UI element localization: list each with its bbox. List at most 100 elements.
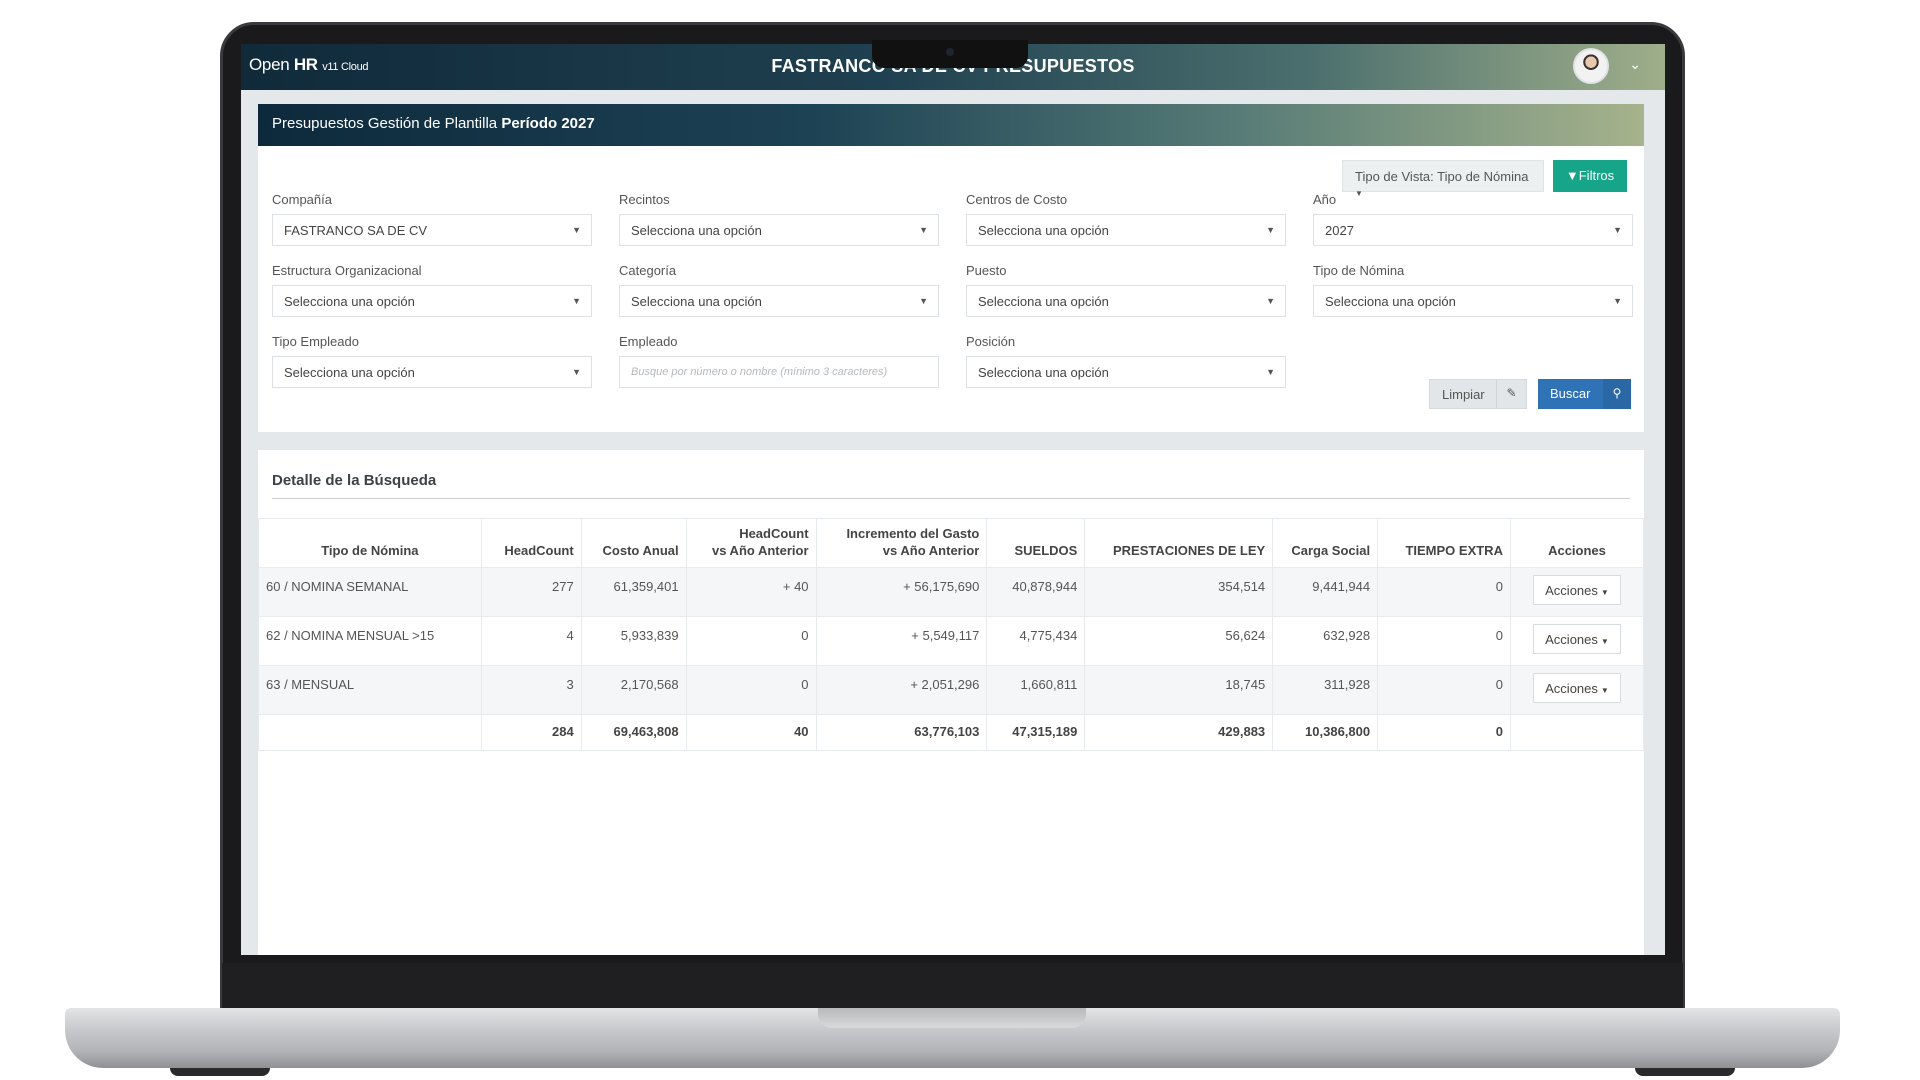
- col-expense-inc-line2: vs Año Anterior: [882, 543, 980, 558]
- total-headcount-vs: 40: [685, 714, 817, 751]
- totals-row: 284 69,463,808 40 63,776,103 47,315,189 …: [258, 714, 1645, 751]
- col-expense-increase[interactable]: Incremento del Gasto vs Año Anterior: [815, 518, 988, 568]
- user-avatar[interactable]: [1573, 48, 1609, 84]
- caret-down-icon: ▼: [1600, 588, 1609, 597]
- camera-icon: [946, 48, 954, 56]
- actions-dropdown-button[interactable]: Acciones ▼: [1533, 673, 1621, 703]
- cell-overtime: 0: [1377, 616, 1511, 666]
- cell-actions: Acciones ▼: [1509, 665, 1645, 715]
- caret-down-icon: ▼: [1266, 367, 1275, 377]
- caret-down-icon: ▼: [1266, 296, 1275, 306]
- cell-benefits: 56,624: [1084, 616, 1274, 666]
- cell-headcount: 4: [480, 616, 582, 666]
- cost-centers-field: Centros de Costo Selecciona una opción ▼: [966, 192, 1286, 246]
- results-panel: Detalle de la Búsqueda Tipo de Nómina He…: [258, 450, 1645, 955]
- org-structure-select[interactable]: Selecciona una opción ▼: [272, 285, 592, 317]
- col-headcount-vs-prev[interactable]: HeadCount vs Año Anterior: [685, 518, 817, 568]
- cell-payroll-type: 62 / NOMINA MENSUAL >15: [258, 616, 482, 666]
- position-label: Posición: [966, 334, 1016, 349]
- cost-centers-label: Centros de Costo: [966, 192, 1068, 207]
- main-content: Presupuestos Gestión de Plantilla Períod…: [258, 104, 1645, 955]
- cell-benefits: 354,514: [1084, 567, 1274, 617]
- actions-label: Acciones: [1545, 632, 1598, 647]
- filter-panel: Tipo de Vista: Tipo de Nómina ▼ ▼Filtros…: [258, 146, 1644, 432]
- actions-label: Acciones: [1545, 583, 1598, 598]
- employee-search-input[interactable]: Busque por número o nombre (mínimo 3 car…: [619, 356, 939, 388]
- col-headcount[interactable]: HeadCount: [480, 518, 582, 568]
- col-payroll-type[interactable]: Tipo de Nómina: [258, 518, 482, 568]
- laptop-chin: [222, 963, 1683, 1010]
- cell-overtime: 0: [1377, 567, 1511, 617]
- position-value: Selecciona una opción: [978, 365, 1109, 380]
- year-label: Año: [1313, 192, 1337, 207]
- year-value: 2027: [1325, 223, 1354, 238]
- filters-button[interactable]: ▼Filtros: [1553, 160, 1627, 192]
- actions-label: Acciones: [1545, 681, 1598, 696]
- cell-headcount-vs: 0: [685, 616, 817, 666]
- category-field: Categoría Selecciona una opción ▼: [619, 263, 939, 317]
- cell-annual-cost: 2,170,568: [580, 665, 687, 715]
- venues-select[interactable]: Selecciona una opción ▼: [619, 214, 939, 246]
- clear-button[interactable]: Limpiar ✎: [1429, 379, 1527, 409]
- employee-type-select[interactable]: Selecciona una opción ▼: [272, 356, 592, 388]
- laptop-foot: [170, 1068, 270, 1076]
- col-annual-cost[interactable]: Costo Anual: [580, 518, 687, 568]
- laptop-foot: [1635, 1068, 1735, 1076]
- venues-label: Recintos: [619, 192, 670, 207]
- payroll-type-field: Tipo de Nómina Selecciona una opción ▼: [1313, 263, 1633, 317]
- caret-down-icon: ▼: [1600, 686, 1609, 695]
- org-structure-value: Selecciona una opción: [284, 294, 415, 309]
- total-expense-inc: 63,776,103: [815, 714, 988, 751]
- cell-social-charge: 632,928: [1272, 616, 1379, 666]
- category-select[interactable]: Selecciona una opción ▼: [619, 285, 939, 317]
- col-headcount-vs-line1: HeadCount: [739, 526, 809, 541]
- col-benefits[interactable]: PRESTACIONES DE LEY: [1084, 518, 1274, 568]
- search-icon: ⚲: [1603, 379, 1631, 409]
- total-overtime: 0: [1377, 714, 1511, 751]
- view-type-dropdown[interactable]: Tipo de Vista: Tipo de Nómina ▼: [1342, 160, 1544, 198]
- cell-expense-inc: + 56,175,690: [815, 567, 988, 617]
- company-value: FASTRANCO SA DE CV: [284, 223, 428, 238]
- cell-headcount: 3: [480, 665, 582, 715]
- payroll-type-label: Tipo de Nómina: [1313, 263, 1405, 278]
- table-row: 63 / MENSUAL 3 2,170,568 0 + 2,051,296 1…: [258, 665, 1645, 715]
- total-headcount: 284: [480, 714, 582, 751]
- search-button[interactable]: Buscar ⚲: [1538, 379, 1631, 409]
- chevron-down-icon[interactable]: ⌄: [1629, 56, 1641, 73]
- col-expense-inc-line1: Incremento del Gasto: [846, 526, 980, 541]
- caret-down-icon: ▼: [572, 296, 581, 306]
- job-label: Puesto: [966, 263, 1007, 278]
- cell-salaries: 1,660,811: [986, 665, 1086, 715]
- company-select[interactable]: FASTRANCO SA DE CV ▼: [272, 214, 592, 246]
- col-salaries[interactable]: SUELDOS: [986, 518, 1086, 568]
- total-salaries: 47,315,189: [986, 714, 1086, 751]
- position-select[interactable]: Selecciona una opción ▼: [966, 356, 1286, 388]
- total-annual-cost: 69,463,808: [580, 714, 687, 751]
- payroll-type-select[interactable]: Selecciona una opción ▼: [1313, 285, 1633, 317]
- job-select[interactable]: Selecciona una opción ▼: [966, 285, 1286, 317]
- year-field: Año 2027 ▼: [1313, 192, 1633, 246]
- cell-annual-cost: 61,359,401: [580, 567, 687, 617]
- col-overtime[interactable]: TIEMPO EXTRA: [1377, 518, 1511, 568]
- cost-centers-select[interactable]: Selecciona una opción ▼: [966, 214, 1286, 246]
- table-row: 60 / NOMINA SEMANAL 277 61,359,401 + 40 …: [258, 567, 1645, 617]
- cell-total-empty: [258, 714, 482, 751]
- employee-type-field: Tipo Empleado Selecciona una opción ▼: [272, 334, 592, 388]
- job-value: Selecciona una opción: [978, 294, 1109, 309]
- category-label: Categoría: [619, 263, 677, 278]
- actions-dropdown-button[interactable]: Acciones ▼: [1533, 575, 1621, 605]
- cell-annual-cost: 5,933,839: [580, 616, 687, 666]
- page-header: Presupuestos Gestión de Plantilla Períod…: [258, 104, 1644, 146]
- cell-payroll-type: 63 / MENSUAL: [258, 665, 482, 715]
- cell-social-charge: 9,441,944: [1272, 567, 1379, 617]
- cost-centers-value: Selecciona una opción: [978, 223, 1109, 238]
- cell-headcount: 277: [480, 567, 582, 617]
- eraser-icon: ✎: [1496, 380, 1526, 408]
- cell-expense-inc: + 2,051,296: [815, 665, 988, 715]
- actions-dropdown-button[interactable]: Acciones ▼: [1533, 624, 1621, 654]
- camera-notch: [872, 40, 1028, 68]
- payroll-type-value: Selecciona una opción: [1325, 294, 1456, 309]
- col-social-charge[interactable]: Carga Social: [1272, 518, 1379, 568]
- year-select[interactable]: 2027 ▼: [1313, 214, 1633, 246]
- period-label: Período 2027: [501, 115, 595, 132]
